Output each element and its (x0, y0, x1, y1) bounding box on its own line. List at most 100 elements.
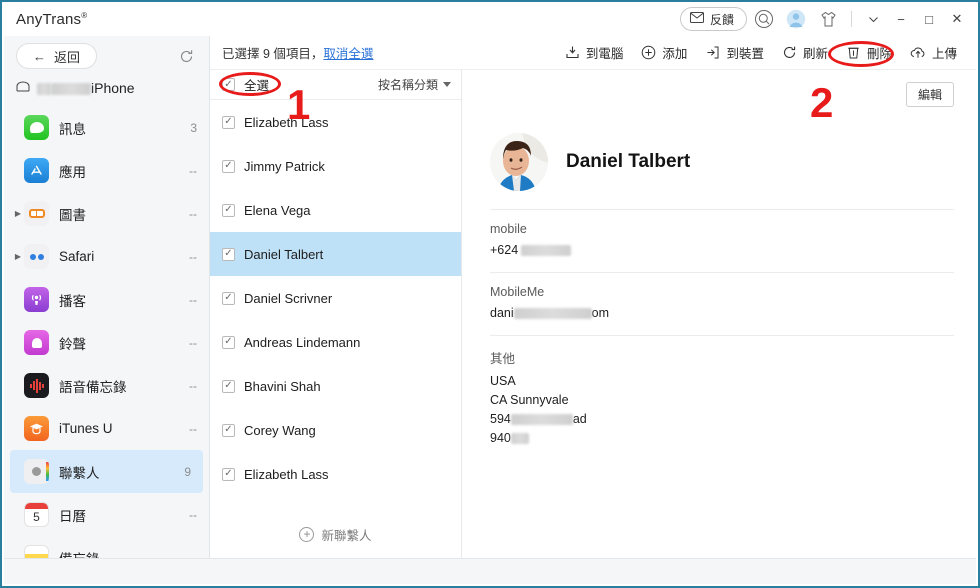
app-window: AnyTrans® 反饋 − □ ✕ ← 返回 iPhone 訊息 3 應用 -… (0, 0, 980, 588)
contact-checkbox[interactable] (222, 335, 235, 349)
sidebar: ← 返回 iPhone 訊息 3 應用 -- ▶ 圖書 -- ▶ Safari … (4, 36, 210, 584)
sidebar-item-calendar[interactable]: 5 日曆 -- (4, 493, 209, 536)
search-icon[interactable] (749, 4, 779, 34)
toolbar-actions: 到電腦 添加 到裝置 刷新 刪除 上傳 (556, 40, 976, 65)
feedback-button[interactable]: 反饋 (679, 7, 747, 31)
sidebar-item-itunes-u[interactable]: iTunes U -- (4, 407, 209, 450)
device-icon (16, 80, 30, 96)
sidebar-item-books[interactable]: ▶ 圖書 -- (4, 192, 209, 235)
new-contact-label: 新聯繫人 (321, 528, 372, 543)
list-item[interactable]: Elizabeth Lass (210, 100, 461, 144)
expand-arrow-icon[interactable]: ▶ (12, 209, 24, 218)
minimize-button[interactable]: − (888, 4, 914, 34)
sidebar-item-count: -- (189, 249, 197, 264)
titlebar-divider (851, 11, 852, 27)
contact-field-mobileme: MobileMe dani om (490, 272, 954, 335)
sidebar-item-count: 3 (190, 120, 197, 135)
delete-button[interactable]: 刪除 (837, 40, 901, 65)
sidebar-item-podcasts[interactable]: 播客 -- (4, 278, 209, 321)
user-avatar-icon[interactable] (781, 4, 811, 34)
add-button[interactable]: 添加 (632, 40, 696, 65)
sidebar-item-count: -- (189, 163, 197, 178)
field-label: mobile (490, 222, 527, 236)
expand-arrow-icon[interactable]: ▶ (12, 252, 24, 261)
contact-name: Bhavini Shah (244, 378, 321, 394)
list-item[interactable]: Bhavini Shah (210, 364, 461, 408)
contact-checkbox[interactable] (222, 159, 235, 173)
list-item[interactable]: Elizabeth Lass (210, 452, 461, 496)
sidebar-item-label: Safari (59, 249, 95, 264)
title-bar: AnyTrans® 反饋 − □ ✕ (2, 2, 978, 36)
list-item[interactable]: Elena Vega (210, 188, 461, 232)
sidebar-item-apps[interactable]: 應用 -- (4, 149, 209, 192)
list-item[interactable]: Andreas Lindemann (210, 320, 461, 364)
list-item[interactable]: Daniel Scrivner (210, 276, 461, 320)
contact-list-header: 全選 按名稱分類 (210, 70, 461, 100)
sort-dropdown[interactable]: 按名稱分類 (378, 76, 451, 93)
contact-name: Elizabeth Lass (244, 466, 329, 482)
contact-checkbox[interactable] (222, 379, 235, 393)
titlebar-controls: 反饋 − □ ✕ (679, 2, 978, 36)
refresh-button[interactable]: 刷新 (773, 40, 837, 65)
books-icon (24, 201, 49, 226)
contact-checkbox[interactable] (222, 247, 235, 261)
sidebar-item-contacts[interactable]: 聯繫人 9 (10, 450, 203, 493)
plus-icon: + (299, 526, 315, 542)
maximize-button[interactable]: □ (916, 4, 942, 34)
to-computer-button[interactable]: 到電腦 (556, 40, 633, 65)
address-suffix: ad (572, 412, 587, 426)
field-label: MobileMe (490, 285, 545, 299)
phone-prefix: +624 (490, 243, 519, 257)
sidebar-item-safari[interactable]: ▶ Safari -- (4, 235, 209, 278)
contact-name: Corey Wang (244, 422, 316, 438)
sidebar-item-label: 圖書 (59, 207, 86, 223)
contact-rows: Elizabeth Lass Jimmy Patrick Elena Vega … (210, 100, 461, 508)
contact-field-other: 其他 USA CA Sunnyvale 594 ad 940 (490, 335, 954, 460)
contact-name: Jimmy Patrick (244, 158, 325, 174)
new-contact-button[interactable]: + 新聯繫人 (210, 508, 461, 560)
chevron-down-icon (443, 82, 451, 87)
contact-checkbox[interactable] (222, 423, 235, 437)
to-device-button[interactable]: 到裝置 (696, 40, 773, 65)
calendar-day: 5 (33, 510, 40, 524)
contact-display-name: Daniel Talbert (566, 151, 691, 172)
contact-checkbox[interactable] (222, 203, 235, 217)
device-row[interactable]: iPhone (4, 76, 209, 106)
sidebar-item-ringtones[interactable]: 鈴聲 -- (4, 321, 209, 364)
deselect-all-link[interactable]: 取消全選 (323, 47, 373, 61)
sidebar-item-count: -- (189, 507, 197, 522)
contact-name: Elizabeth Lass (244, 114, 329, 130)
contact-checkbox[interactable] (222, 467, 235, 481)
sidebar-item-label: 日曆 (59, 508, 86, 524)
contact-list-pane: 全選 按名稱分類 Elizabeth Lass Jimmy Patrick El… (210, 70, 462, 560)
address-number: 594 (490, 412, 511, 426)
messages-icon (24, 115, 49, 140)
redacted-text (510, 433, 529, 445)
select-all-checkbox[interactable] (222, 78, 235, 91)
sidebar-nav-list: 訊息 3 應用 -- ▶ 圖書 -- ▶ Safari -- 播客 -- 鈴聲 … (4, 106, 209, 584)
list-item[interactable]: Daniel Talbert (210, 232, 461, 276)
sidebar-refresh-icon[interactable] (175, 45, 197, 67)
back-button[interactable]: ← 返回 (16, 43, 98, 69)
contact-photo (490, 133, 548, 191)
contact-checkbox[interactable] (222, 291, 235, 305)
contact-checkbox[interactable] (222, 115, 235, 129)
sidebar-item-messages[interactable]: 訊息 3 (4, 106, 209, 149)
list-item[interactable]: Corey Wang (210, 408, 461, 452)
sidebar-item-count: -- (189, 378, 197, 393)
add-icon (641, 45, 656, 60)
chevron-down-icon[interactable] (860, 4, 886, 34)
list-item[interactable]: Jimmy Patrick (210, 144, 461, 188)
sort-label: 按名稱分類 (377, 78, 438, 92)
upload-button[interactable]: 上傳 (901, 40, 966, 65)
sidebar-item-label: 鈴聲 (59, 336, 86, 352)
feedback-label: 反饋 (709, 12, 734, 27)
contact-name: Daniel Scrivner (244, 290, 333, 306)
edit-button[interactable]: 編輯 (905, 82, 954, 107)
close-button[interactable]: ✕ (944, 4, 970, 34)
device-name-suffix: iPhone (91, 80, 135, 96)
address-line: 594 ad (490, 410, 954, 429)
tshirt-theme-icon[interactable] (813, 4, 843, 34)
to-computer-icon (565, 45, 580, 60)
sidebar-item-voice-memos[interactable]: 語音備忘錄 -- (4, 364, 209, 407)
